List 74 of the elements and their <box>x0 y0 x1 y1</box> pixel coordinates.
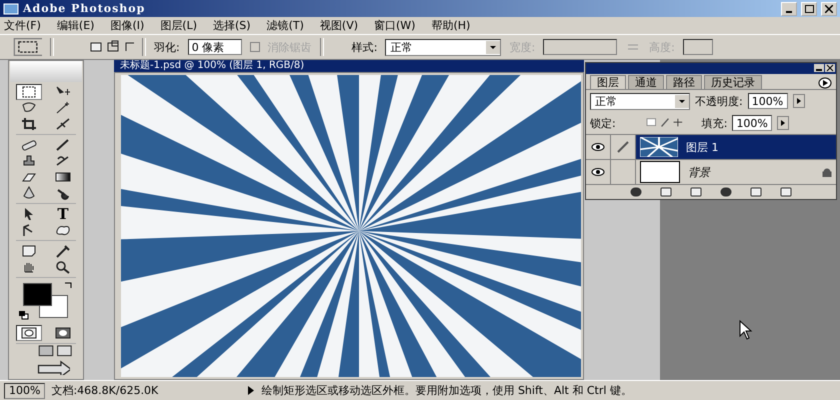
fill-label: 填充: <box>702 116 728 130</box>
panel-tab[interactable]: 图层 <box>590 75 626 89</box>
brush-icon[interactable] <box>55 138 71 152</box>
new-layer-icon[interactable] <box>750 187 762 197</box>
eyedropper-icon[interactable] <box>55 244 71 258</box>
opacity-field[interactable]: 100% <box>748 93 788 109</box>
brush-icon <box>617 141 629 153</box>
width-field[interactable] <box>543 39 618 55</box>
zoom-field[interactable]: 100% <box>4 382 46 398</box>
crop-icon[interactable] <box>21 117 37 132</box>
minimize-button[interactable] <box>781 2 797 16</box>
trash-icon[interactable] <box>780 187 792 197</box>
layer-thumbnail <box>640 137 678 157</box>
menu-item[interactable]: 文件(F) <box>4 18 41 33</box>
close-button[interactable] <box>825 64 835 72</box>
adjustment-icon[interactable] <box>720 187 732 197</box>
default-colors-icon[interactable] <box>19 311 29 320</box>
fill-field[interactable]: 100% <box>732 115 772 131</box>
layer-name: 背景 <box>688 164 712 180</box>
opacity-label: 不透明度: <box>695 94 743 108</box>
menu-item[interactable]: 视图(V) <box>320 18 358 33</box>
height-field[interactable] <box>682 39 713 55</box>
status-menu-arrow-icon[interactable] <box>247 386 256 395</box>
style-label: 样式: <box>352 40 378 54</box>
minimize-button[interactable] <box>814 64 824 72</box>
fill-slider-button[interactable] <box>777 116 790 130</box>
lock-icon <box>822 168 832 176</box>
zoom-icon[interactable] <box>55 260 71 274</box>
document-title: 未标题-1.psd @ 100% (图层 1, RGB/8) <box>114 60 584 72</box>
menu-item[interactable]: 窗口(W) <box>374 18 416 33</box>
menu-item[interactable]: 选择(S) <box>213 18 251 33</box>
magic-wand-icon[interactable] <box>55 101 71 116</box>
eye-icon[interactable] <box>591 143 605 151</box>
menu-item[interactable]: 编辑(E) <box>56 18 94 33</box>
maximize-icon <box>804 4 814 12</box>
type-tool[interactable]: T <box>50 206 76 222</box>
menu-item[interactable]: 帮助(H) <box>431 18 470 33</box>
app-icon <box>3 2 19 16</box>
layer-row[interactable]: 图层 1 <box>636 135 836 159</box>
swap-colors-icon[interactable] <box>64 281 73 290</box>
style-dropdown[interactable]: 正常 <box>385 38 502 56</box>
lock-label: 锁定: <box>590 116 616 130</box>
panel-tab[interactable]: 通道 <box>628 75 664 89</box>
marquee-icon[interactable] <box>21 85 37 100</box>
knife-icon[interactable] <box>55 117 71 132</box>
blend-mode-dropdown[interactable]: 正常 <box>590 92 690 110</box>
panel-menu-icon[interactable] <box>818 77 832 89</box>
minimize-icon <box>786 10 792 12</box>
menu-item[interactable]: 滤镜(T) <box>266 18 304 33</box>
mouse-cursor-icon <box>739 320 753 340</box>
menu-item[interactable]: 图层(L) <box>160 18 198 33</box>
status-hint: 绘制矩形选区或移动选区外框。要用附加选项，使用 Shift、Alt 和 Ctrl 键。 <box>261 383 632 398</box>
panel-tab[interactable]: 历史记录 <box>704 75 762 89</box>
window-title: Adobe Photoshop <box>23 2 146 15</box>
panel-tab[interactable]: 路径 <box>666 75 702 89</box>
layer-style-icon[interactable] <box>630 187 642 197</box>
folder-icon[interactable] <box>690 187 702 197</box>
maximize-button[interactable] <box>801 2 817 16</box>
shape-icon[interactable] <box>55 223 71 238</box>
close-icon <box>825 4 833 12</box>
note-icon[interactable] <box>21 244 37 258</box>
history-brush-icon[interactable] <box>55 154 71 168</box>
document-size: 文档:468.8K/625.0K <box>51 383 160 398</box>
gradient-icon[interactable] <box>55 170 71 184</box>
opacity-slider-button[interactable] <box>792 94 805 108</box>
layer-name: 图层 1 <box>686 140 720 154</box>
feather-label: 羽化: <box>154 40 180 54</box>
feather-field[interactable]: 0 像素 <box>188 39 242 55</box>
stamp-icon[interactable] <box>21 154 37 168</box>
drop-icon[interactable] <box>21 186 37 200</box>
menu-item[interactable]: 图像(I) <box>110 18 144 33</box>
eye-icon[interactable] <box>591 168 605 176</box>
mask-icon[interactable] <box>660 187 672 197</box>
layer-thumbnail <box>640 161 680 183</box>
